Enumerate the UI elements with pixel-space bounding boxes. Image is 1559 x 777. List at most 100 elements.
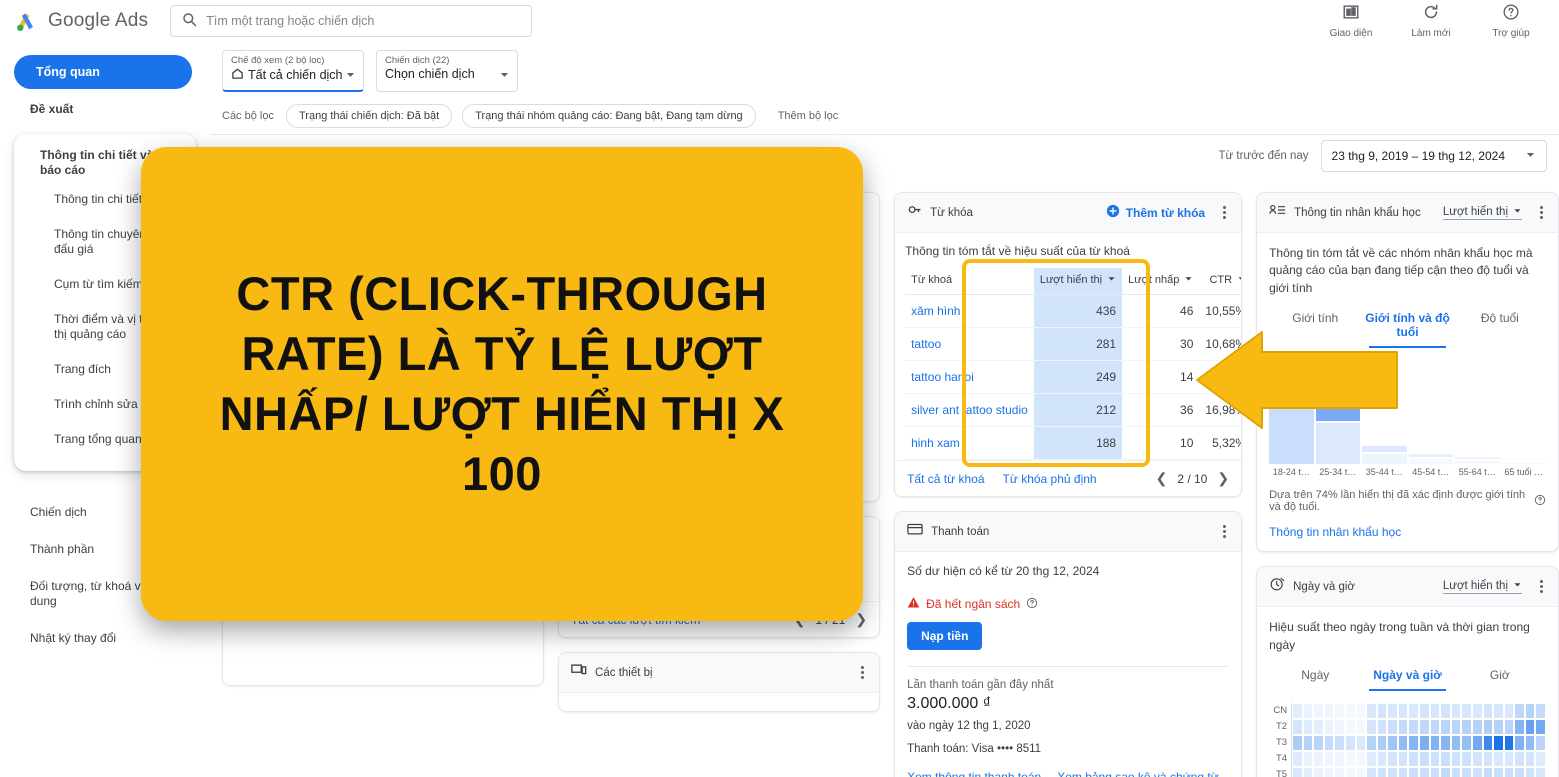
heatmap-cell[interactable]: [1514, 734, 1525, 751]
heatmap-cell[interactable]: [1292, 718, 1303, 735]
date-range-select[interactable]: 23 thg 9, 2019 – 19 thg 12, 2024: [1320, 140, 1547, 172]
heatmap-cell[interactable]: [1323, 734, 1335, 751]
heatmap-cell[interactable]: [1302, 750, 1314, 767]
heatmap-cell[interactable]: [1471, 718, 1483, 735]
heatmap-cell[interactable]: [1493, 734, 1504, 751]
chevron-down-icon[interactable]: [1184, 274, 1193, 286]
heatmap-cell[interactable]: [1419, 734, 1430, 751]
heatmap-cell[interactable]: [1366, 718, 1377, 735]
heatmap-cell[interactable]: [1323, 750, 1335, 767]
help-circle-icon[interactable]: [1534, 494, 1546, 509]
heatmap-cell[interactable]: [1355, 750, 1367, 767]
heatmap-cell[interactable]: [1313, 766, 1324, 777]
heatmap-cell[interactable]: [1334, 766, 1345, 777]
help-circle-icon[interactable]: [1026, 597, 1038, 612]
heatmap-cell[interactable]: [1514, 718, 1525, 735]
heatmap-cell[interactable]: [1376, 734, 1388, 751]
heatmap-cell[interactable]: [1387, 702, 1398, 719]
heatmap-cell[interactable]: [1387, 766, 1398, 777]
heatmap-cell[interactable]: [1503, 750, 1515, 767]
chevron-down-icon[interactable]: [499, 67, 510, 85]
heatmap-cell[interactable]: [1366, 702, 1377, 719]
heatmap-cell[interactable]: [1514, 750, 1525, 767]
heatmap-cell[interactable]: [1450, 718, 1462, 735]
demographics-link[interactable]: Thông tin nhân khẩu học: [1269, 525, 1546, 539]
heatmap-cell[interactable]: [1493, 702, 1504, 719]
heatmap-cell[interactable]: [1482, 718, 1494, 735]
heatmap-cell[interactable]: [1334, 702, 1345, 719]
add-funds-button[interactable]: Nạp tiền: [907, 622, 983, 651]
brand[interactable]: Google Ads: [14, 8, 148, 34]
search-input[interactable]: Tìm một trang hoặc chiến dịch: [170, 5, 533, 37]
chevron-down-icon[interactable]: [1513, 206, 1522, 218]
heatmap-cell[interactable]: [1334, 750, 1345, 767]
heatmap-cell[interactable]: [1440, 718, 1451, 735]
heatmap-cell[interactable]: [1429, 734, 1441, 751]
heatmap-cell[interactable]: [1514, 702, 1525, 719]
heatmap-cell[interactable]: [1450, 750, 1462, 767]
heatmap-cell[interactable]: [1408, 718, 1420, 735]
heatmap-cell[interactable]: [1503, 734, 1515, 751]
heatmap-cell[interactable]: [1450, 734, 1462, 751]
heatmap-cell[interactable]: [1302, 702, 1314, 719]
heatmap-cell[interactable]: [1471, 702, 1483, 719]
heatmap-cell[interactable]: [1461, 766, 1472, 777]
heatmap-cell[interactable]: [1535, 718, 1546, 735]
chevron-down-icon[interactable]: [1513, 580, 1522, 592]
heatmap-cell[interactable]: [1366, 734, 1377, 751]
negative-keywords-link[interactable]: Từ khóa phủ định: [1003, 472, 1097, 486]
heatmap-cell[interactable]: [1376, 702, 1388, 719]
heatmap-cell[interactable]: [1387, 718, 1398, 735]
prev-page-icon[interactable]: ❮: [1156, 470, 1168, 487]
heatmap-cell[interactable]: [1313, 734, 1324, 751]
sidebar-item-overview[interactable]: Tổng quan: [14, 55, 192, 89]
heatmap-cell[interactable]: [1397, 766, 1409, 777]
heatmap-cell[interactable]: [1323, 702, 1335, 719]
heatmap-cell[interactable]: [1323, 766, 1335, 777]
refresh-button[interactable]: Làm mới: [1405, 3, 1457, 39]
heatmap-cell[interactable]: [1344, 750, 1356, 767]
heatmap-cell[interactable]: [1535, 750, 1546, 767]
heatmap-cell[interactable]: [1292, 734, 1303, 751]
heatmap-cell[interactable]: [1482, 734, 1494, 751]
heatmap-cell[interactable]: [1366, 766, 1377, 777]
heatmap-cell[interactable]: [1514, 766, 1525, 777]
more-options-icon[interactable]: [1534, 580, 1548, 594]
view-mode-select[interactable]: Chế độ xem (2 bộ lọc) Tất cả chiến dịch: [222, 50, 364, 92]
heatmap-cell[interactable]: [1387, 750, 1398, 767]
heatmap-cell[interactable]: [1450, 702, 1462, 719]
heatmap-cell[interactable]: [1323, 718, 1335, 735]
heatmap-cell[interactable]: [1419, 702, 1430, 719]
heatmap-cell[interactable]: [1355, 702, 1367, 719]
heatmap-cell[interactable]: [1524, 718, 1536, 735]
heatmap-cell[interactable]: [1482, 750, 1494, 767]
heatmap-cell[interactable]: [1524, 702, 1536, 719]
heatmap-cell[interactable]: [1482, 702, 1494, 719]
heatmap-cell[interactable]: [1397, 718, 1409, 735]
heatmap-cell[interactable]: [1535, 702, 1546, 719]
heatmap-cell[interactable]: [1344, 734, 1356, 751]
heatmap-cell[interactable]: [1419, 750, 1430, 767]
heatmap-cell[interactable]: [1450, 766, 1462, 777]
heatmap-cell[interactable]: [1302, 734, 1314, 751]
heatmap-cell[interactable]: [1419, 766, 1430, 777]
heatmap-cell[interactable]: [1524, 750, 1536, 767]
heatmap-cell[interactable]: [1397, 702, 1409, 719]
view-statements-link[interactable]: Xem bảng sao kê và chứng từ: [1057, 770, 1219, 777]
more-options-icon[interactable]: [1217, 525, 1231, 539]
heatmap-cell[interactable]: [1376, 750, 1388, 767]
heatmap-cell[interactable]: [1440, 702, 1451, 719]
heatmap-cell[interactable]: [1493, 750, 1504, 767]
heatmap-cell[interactable]: [1493, 718, 1504, 735]
heatmap-cell[interactable]: [1376, 766, 1388, 777]
add-keyword-button[interactable]: Thêm từ khóa: [1106, 204, 1205, 221]
heatmap-cell[interactable]: [1344, 766, 1356, 777]
all-keywords-link[interactable]: Tất cả từ khoá: [907, 472, 984, 486]
heatmap-cell[interactable]: [1471, 750, 1483, 767]
heatmap-cell[interactable]: [1355, 734, 1367, 751]
view-payment-info-link[interactable]: Xem thông tin thanh toán: [907, 770, 1041, 777]
heatmap-cell[interactable]: [1292, 766, 1303, 777]
heatmap-cell[interactable]: [1440, 750, 1451, 767]
heatmap-cell[interactable]: [1292, 750, 1303, 767]
help-button[interactable]: Trợ giúp: [1485, 3, 1537, 39]
